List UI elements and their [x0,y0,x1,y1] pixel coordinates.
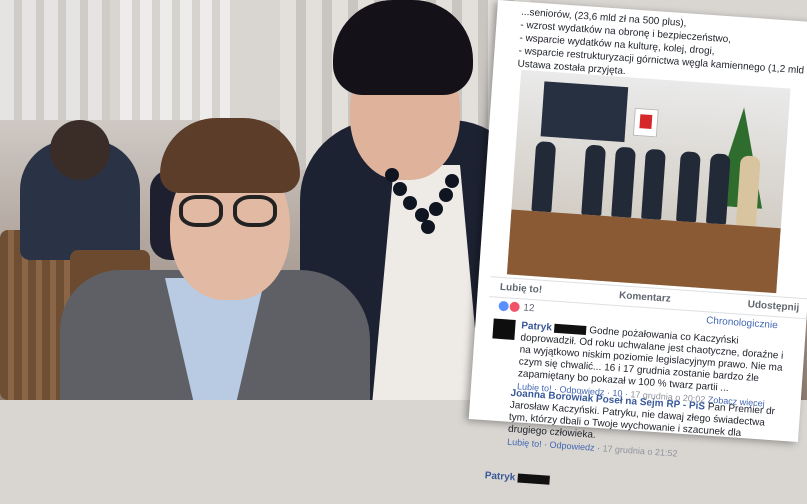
like-reaction-icon [498,301,509,312]
photo-person [611,146,637,218]
woman-right-hair [333,0,473,95]
comment-button[interactable]: Komentarz [619,290,671,305]
facebook-post-screenshot: ...seniorów, (23,6 mld zł na 500 plus), … [468,0,807,485]
redacted-surname [554,323,587,335]
redacted-surname [517,473,551,485]
photo-person [641,148,666,220]
comment-author[interactable]: Patryk [521,320,552,333]
reaction-summary[interactable]: 12 [498,301,535,314]
comment-author[interactable]: Patryk [484,470,515,483]
avatar[interactable] [492,318,516,340]
emblem-icon [632,107,659,138]
photo-person [676,151,701,223]
photo-person [735,155,761,227]
glasses [175,195,285,229]
tv-screen [540,81,629,143]
share-button[interactable]: Udostępnij [747,299,799,314]
bead-necklace [383,168,463,238]
reply-reply-link[interactable]: Odpowiedz [549,440,595,453]
reply-meta: Lubię to! · Odpowiedz · 17 grudnia o 21:… [506,436,678,459]
photo-person [581,144,607,216]
photo-person [705,153,731,225]
reply-time[interactable]: 17 grudnia o 21:52 [602,443,678,458]
comment-sort-dropdown[interactable]: Chronologicznie [706,315,778,331]
photo-person [531,141,557,213]
reaction-count: 12 [522,302,535,315]
like-button[interactable]: Lubię to! [500,282,543,296]
background-person-head [50,120,110,180]
love-reaction-icon [509,301,520,313]
reply-like-link[interactable]: Lubię to! [507,437,542,449]
comment: Patryk [484,470,774,502]
post-photo[interactable] [506,69,791,294]
